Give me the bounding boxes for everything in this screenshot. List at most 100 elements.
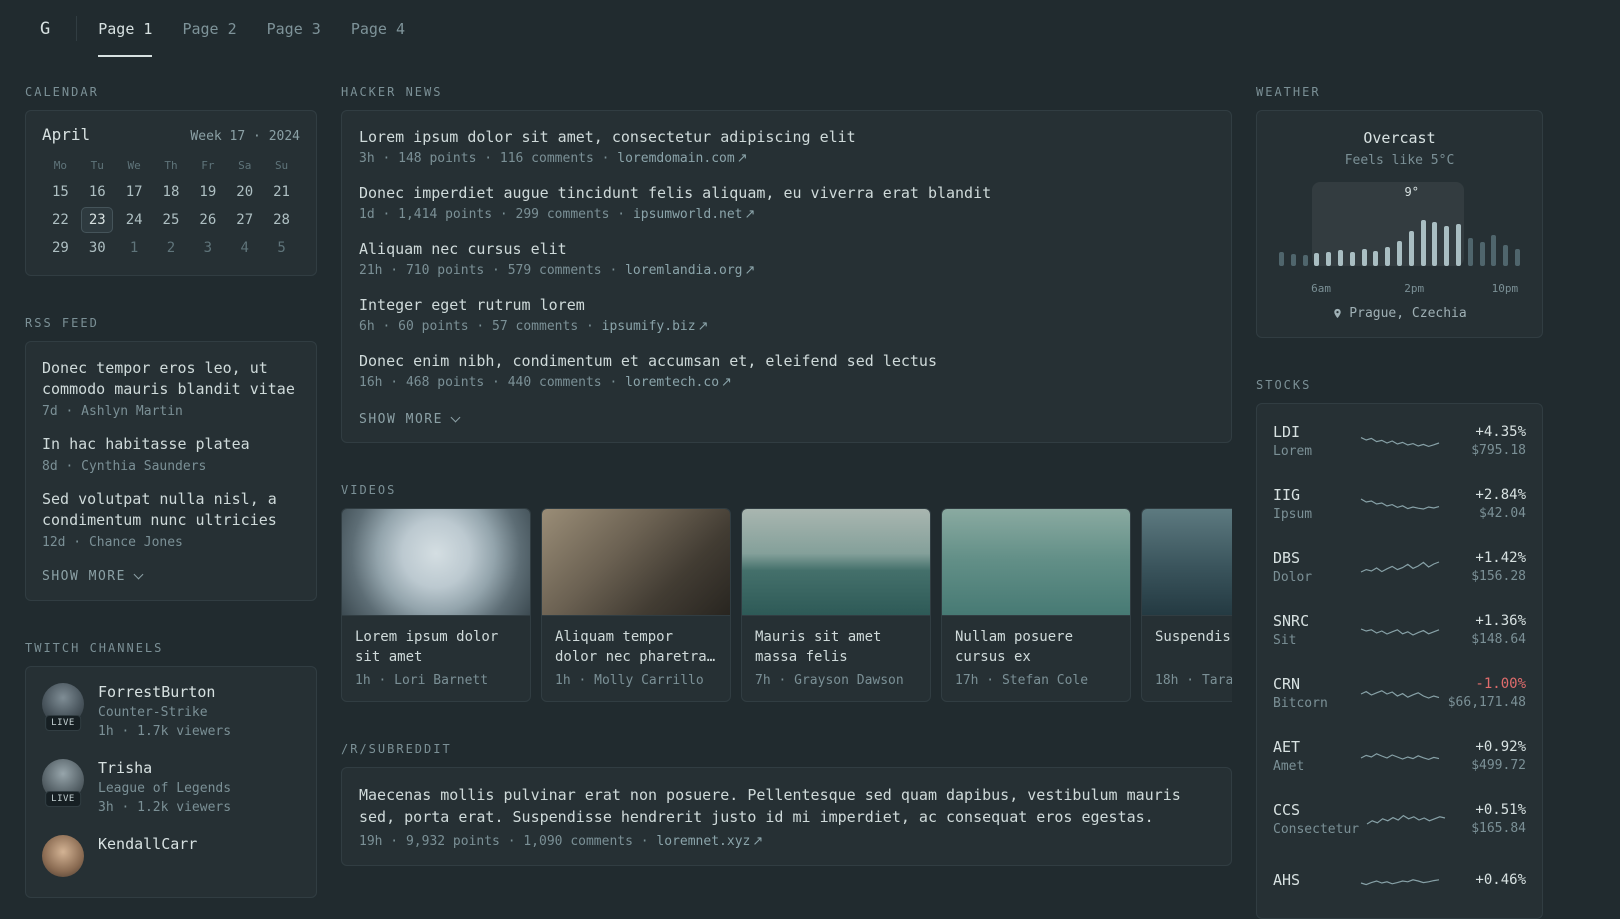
stock-change: -1.00%	[1475, 675, 1526, 692]
twitch-channel[interactable]: LIVE ForrestBurton Counter-Strike 1h · 1…	[42, 683, 300, 739]
hn-item-domain-link[interactable]: loremdomain.com ↗	[617, 151, 747, 166]
stock-name: Lorem	[1273, 443, 1313, 459]
hn-item-domain-link[interactable]: ipsumworld.net ↗	[633, 207, 755, 222]
tab-page-3[interactable]: Page 3	[252, 0, 336, 57]
external-link-icon: ↗	[744, 263, 756, 278]
weather-hour-label: 2pm	[1404, 282, 1425, 295]
calendar-widget: CALENDAR April Week 17 · 2024 Mo Tu We Th Fr…	[25, 85, 317, 276]
calendar-day: 28	[273, 212, 290, 228]
rss-item-title: Sed volutpat nulla nisl, a condimentum n…	[42, 490, 277, 529]
hn-item-meta: 21h · 710 points · 579 comments · loreml…	[359, 263, 1214, 278]
calendar-day: 4	[240, 240, 249, 256]
show-more-label: SHOW MORE	[42, 569, 126, 584]
rss-item[interactable]: In hac habitasse platea 8d · Cynthia Sau…	[42, 434, 300, 474]
stock-row[interactable]: AET Amet +0.92% $499.72	[1273, 724, 1526, 787]
calendar-day: 25	[162, 212, 180, 228]
calendar-weekday: Tu	[90, 159, 104, 172]
video-meta: 1h · Molly Carrillo	[555, 673, 704, 688]
weather-hour-bar	[1337, 250, 1343, 266]
logo-divider	[76, 16, 78, 41]
stock-ticker: CCS	[1273, 800, 1301, 819]
weather-location-row[interactable]: Prague, Czechia	[1273, 306, 1526, 321]
stock-spark-wrap	[1361, 554, 1440, 580]
weather-location: Prague, Czechia	[1349, 306, 1467, 321]
stock-name: Dolor	[1273, 569, 1313, 585]
twitch-channel[interactable]: KendallCarr	[42, 835, 300, 877]
video-title: Suspendisse diam	[1155, 629, 1232, 645]
hn-item[interactable]: Donec imperdiet augue tincidunt felis al…	[359, 184, 1214, 222]
stock-name: Amet	[1273, 758, 1305, 774]
weather-hour-bar	[1314, 253, 1320, 266]
tab-page-4[interactable]: Page 4	[336, 0, 420, 57]
stock-price: $156.28	[1471, 568, 1526, 584]
weather-condition: Overcast	[1363, 129, 1436, 147]
video-card[interactable]: Aliquam tempor dolor nec pharetra… 1h · …	[541, 508, 731, 702]
stock-row[interactable]: CRN Bitcorn -1.00% $66,171.48	[1273, 661, 1526, 724]
hn-item[interactable]: Integer eget rutrum lorem 6h · 60 points…	[359, 296, 1214, 334]
avatar-wrap: LIVE	[42, 683, 84, 731]
calendar-day: 29	[51, 240, 69, 256]
subreddit-post-domain: loremnet.xyz	[656, 834, 751, 849]
tab-page-2[interactable]: Page 2	[167, 0, 251, 57]
weather-hour-bar	[1455, 224, 1461, 266]
calendar-day: 23	[81, 207, 114, 233]
weather-hour-bar	[1279, 252, 1284, 266]
rss-item[interactable]: Donec tempor eros leo, ut commodo mauris…	[42, 358, 300, 419]
hn-item-title: Aliquam nec cursus elit	[359, 240, 567, 258]
stock-left: SNRC Sit	[1273, 612, 1353, 648]
stock-row[interactable]: AHS +0.46%	[1273, 850, 1526, 913]
weather-hour-bar	[1373, 251, 1379, 266]
chevron-down-icon	[133, 569, 144, 579]
weather-hour-bar	[1302, 255, 1308, 266]
hn-item-title: Donec imperdiet augue tincidunt felis al…	[359, 184, 992, 202]
stock-row[interactable]: SNRC Sit +1.36% $148.64	[1273, 598, 1526, 661]
stock-row[interactable]: LDI Lorem +4.35% $795.18	[1273, 409, 1526, 472]
tab-page-1[interactable]: Page 1	[83, 0, 167, 57]
hn-show-more-button[interactable]: SHOW MORE	[359, 410, 461, 427]
hn-item-stats: 16h · 468 points · 440 comments ·	[359, 375, 618, 390]
twitch-channel[interactable]: LIVE Trisha League of Legends 3h · 1.2k …	[42, 759, 300, 815]
stock-change: +4.35%	[1475, 423, 1526, 440]
stock-row[interactable]: IIG Ipsum +2.84% $42.04	[1273, 472, 1526, 535]
hn-item[interactable]: Lorem ipsum dolor sit amet, consectetur …	[359, 128, 1214, 166]
stock-right: +0.51% $165.84	[1453, 802, 1526, 836]
subreddit-widget: /R/SUBREDDIT Maecenas mollis pulvinar er…	[341, 742, 1232, 866]
videos-row: Lorem ipsum dolor sit amet consectetu… 1…	[341, 508, 1232, 702]
channel-meta: 1h · 1.7k viewers	[98, 724, 232, 739]
hn-item-domain-link[interactable]: loremlandia.org ↗	[625, 263, 755, 278]
subreddit-post[interactable]: Maecenas mollis pulvinar erat non posuer…	[359, 784, 1214, 849]
video-thumbnail	[342, 509, 530, 616]
weather-chart: 9°	[1277, 182, 1522, 278]
video-card[interactable]: Mauris sit amet massa felis 7h · Grayson…	[741, 508, 931, 702]
channel-meta: 3h · 1.2k viewers	[98, 800, 232, 815]
video-card[interactable]: Lorem ipsum dolor sit amet consectetu… 1…	[341, 508, 531, 702]
video-meta: 1h · Lori Barnett	[355, 673, 489, 688]
video-card[interactable]: Suspendisse diam 18h · Tara	[1141, 508, 1232, 702]
stock-change: +0.46%	[1475, 872, 1526, 888]
hn-item-domain-link[interactable]: loremtech.co ↗	[625, 375, 732, 390]
stock-right: +1.36% $148.64	[1447, 613, 1526, 647]
stock-row[interactable]: DBS Dolor +1.42% $156.28	[1273, 535, 1526, 598]
stock-change: +2.84%	[1475, 486, 1526, 503]
video-card[interactable]: Nullam posuere cursus ex 17h · Stefan Co…	[941, 508, 1131, 702]
stock-spark-wrap	[1366, 806, 1446, 832]
avatar-wrap	[42, 835, 84, 877]
hn-item-stats: 3h · 148 points · 116 comments ·	[359, 151, 610, 166]
calendar-weekday: Sa	[238, 159, 252, 172]
calendar-header: April Week 17 · 2024	[42, 125, 300, 144]
rss-show-more-button[interactable]: SHOW MORE	[42, 567, 144, 584]
app-logo[interactable]: G	[25, 0, 76, 57]
weather-hour-bar	[1503, 245, 1509, 266]
stock-row[interactable]: CCS Consectetur +0.51% $165.84	[1273, 787, 1526, 850]
hn-item[interactable]: Aliquam nec cursus elit 21h · 710 points…	[359, 240, 1214, 278]
rss-item[interactable]: Sed volutpat nulla nisl, a condimentum n…	[42, 489, 300, 550]
stock-left: DBS Dolor	[1273, 549, 1353, 585]
hn-item-domain-link[interactable]: ipsumify.biz ↗	[602, 319, 709, 334]
subreddit-post-domain-link[interactable]: loremnet.xyz ↗	[656, 834, 763, 849]
channel-name: Trisha	[98, 759, 153, 777]
hn-item-domain: loremtech.co	[625, 375, 720, 390]
hn-item[interactable]: Donec enim nibh, condimentum et accumsan…	[359, 352, 1214, 390]
stock-right: -1.00% $66,171.48	[1447, 676, 1526, 710]
rss-item-meta: 7d · Ashlyn Martin	[42, 404, 183, 419]
twitch-card: LIVE ForrestBurton Counter-Strike 1h · 1…	[25, 666, 317, 898]
